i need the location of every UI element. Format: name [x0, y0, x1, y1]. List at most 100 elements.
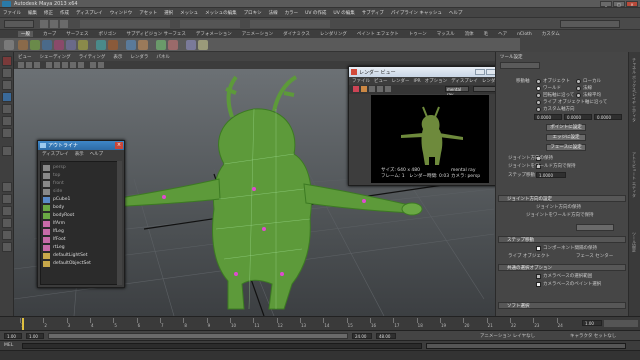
menu-item[interactable]: カラー [285, 10, 299, 16]
render-view-menu-item[interactable]: ビュー [374, 78, 388, 84]
time-slider[interactable]: 123456789101112131415161718192021222324 … [0, 316, 640, 330]
radio-custom-axis[interactable] [536, 107, 541, 112]
move-tool-icon[interactable] [2, 92, 12, 102]
selection-mask-icons[interactable] [80, 20, 170, 28]
outliner-scrollbar[interactable] [117, 161, 122, 285]
radio-world[interactable] [536, 86, 541, 91]
menu-item[interactable]: UV の作成 [305, 10, 326, 16]
render-view-menu-item[interactable]: ディスプレイ [451, 78, 478, 84]
menu-item[interactable]: 作成 [60, 10, 69, 16]
outliner-layout-icon[interactable] [2, 242, 12, 252]
select-tool-icon[interactable] [2, 56, 12, 66]
outliner-item[interactable]: bodyRoot [53, 212, 123, 219]
render-view-menu-item[interactable]: IPR [414, 79, 421, 84]
cylinder-icon[interactable] [42, 40, 52, 50]
outliner-item[interactable]: defaultLightSet [53, 252, 123, 259]
set-to-edge-button[interactable]: エッジに設定 [546, 134, 586, 141]
ik-handle-icon[interactable] [168, 40, 178, 50]
viewport-menu-item[interactable]: 表示 [113, 54, 122, 60]
shelf-tab[interactable]: 流体 [465, 31, 474, 37]
joint-icon[interactable] [156, 40, 166, 50]
smooth-shade-icon[interactable] [62, 62, 68, 68]
render-view-menu-item[interactable]: レンダー [392, 78, 410, 84]
shelf-tab[interactable]: アニメーション [242, 31, 273, 37]
playback-controls[interactable] [604, 320, 638, 327]
menu-item[interactable]: ディスプレイ [76, 10, 103, 16]
region-icon[interactable] [377, 86, 383, 92]
camera-attr-icon[interactable] [26, 62, 32, 68]
camera-based-checkbox[interactable] [536, 274, 541, 279]
outliner-item[interactable]: lfLeg [53, 228, 123, 235]
anim-layer-label[interactable]: アニメーション レイヤなし [480, 333, 535, 339]
axis-y-field[interactable]: 0.0000 [564, 114, 592, 120]
axis-x-field[interactable]: 0.0000 [534, 114, 562, 120]
torus-icon[interactable] [78, 40, 88, 50]
cube-icon[interactable] [30, 40, 40, 50]
range-end-field[interactable]: 24.00 [352, 333, 372, 339]
lasso-tool-icon[interactable] [2, 68, 12, 78]
viewport-menu-item[interactable]: シェーディング [40, 54, 71, 60]
plane-icon[interactable] [66, 40, 76, 50]
cone-icon[interactable] [54, 40, 64, 50]
shelf-tab[interactable]: ヘア [498, 31, 507, 37]
manipulator-tool-icon[interactable] [2, 128, 12, 138]
hypershade-icon[interactable] [198, 40, 208, 50]
radio-local[interactable] [576, 79, 581, 84]
four-view-icon[interactable] [2, 194, 12, 204]
refresh-icon[interactable] [369, 86, 375, 92]
render-view-menu-item[interactable]: ファイル [352, 78, 370, 84]
persp-graph-icon[interactable] [2, 218, 12, 228]
keep-spacing-checkbox[interactable] [536, 246, 541, 251]
start-time-field[interactable]: 1.00 [4, 333, 22, 339]
render-view-titlebar[interactable]: レンダー ビュー × [349, 67, 511, 77]
close-button[interactable]: × [626, 1, 638, 7]
set-to-face-button[interactable]: フェースに設定 [546, 144, 586, 151]
outliner-item[interactable]: top [53, 172, 123, 179]
menu-item[interactable]: ヘルプ [449, 10, 463, 16]
menu-item[interactable]: プロキシ [244, 10, 262, 16]
menu-item[interactable]: UV の編集 [333, 10, 354, 16]
rotate-tool-icon[interactable] [2, 104, 12, 114]
shelf-tab[interactable]: マッスル [437, 31, 455, 37]
section-joint-orient[interactable]: ジョイント方向の設定 [498, 195, 626, 202]
current-time-field[interactable]: 1.00 [582, 320, 602, 326]
xray-icon[interactable] [98, 62, 104, 68]
shelf-tab[interactable]: ペイント エフェクト [357, 31, 399, 37]
snapshot-icon[interactable] [385, 86, 391, 92]
outliner-item[interactable]: side [53, 188, 123, 195]
paint-select-tool-icon[interactable] [2, 80, 12, 90]
outliner-item[interactable]: defaultObjectSet [53, 260, 123, 267]
render-image-canvas[interactable]: サイズ: 640 x 480 フレーム: 1 レンダー時間: 0:03 ment… [371, 95, 489, 183]
section-common-select[interactable]: 共通の選択オプション [498, 264, 626, 271]
outliner-item[interactable]: persp [53, 164, 123, 171]
new-scene-icon[interactable] [40, 20, 48, 28]
renderer-dropdown[interactable]: mental ray [445, 86, 469, 97]
tab-tool-settings[interactable]: ツール設定 [631, 232, 637, 252]
shelf-tab[interactable]: カーブ [43, 31, 56, 37]
hypershade-layout-icon[interactable] [2, 230, 12, 240]
viewport-menu-item[interactable]: パネル [156, 54, 170, 60]
outliner-window[interactable]: アウトライナ × ディスプレイ 表示 ヘルプ persp top front side pC… [37, 140, 125, 288]
command-input[interactable] [22, 343, 422, 349]
menu-item[interactable]: 法線 [269, 10, 278, 16]
radio-live-object[interactable] [536, 100, 541, 105]
menu-set-dropdown[interactable] [4, 20, 34, 28]
sphere-icon[interactable] [18, 40, 28, 50]
lights-icon[interactable] [78, 62, 84, 68]
camera-select-icon[interactable] [18, 62, 24, 68]
shelf-tab[interactable]: 一般 [18, 31, 33, 37]
range-start-field[interactable]: 1.00 [26, 333, 44, 339]
radio-rotate-axis[interactable] [536, 93, 541, 98]
panel-toggle-icons[interactable] [560, 20, 620, 28]
camera-paint-checkbox[interactable] [536, 282, 541, 287]
charset-label[interactable]: キャラクタ セットなし [570, 333, 616, 339]
snap-icons[interactable] [180, 20, 240, 28]
menu-item[interactable]: 選択 [164, 10, 173, 16]
scale-tool-icon[interactable] [2, 116, 12, 126]
radio-normal[interactable] [576, 86, 581, 91]
shelf-tab[interactable]: nCloth [517, 32, 532, 37]
menu-item[interactable]: パイプライン キャッシュ [391, 10, 442, 16]
menu-item[interactable]: メッシュ [180, 10, 198, 16]
range-bar[interactable] [48, 333, 348, 339]
end-time-field[interactable]: 48.00 [376, 333, 396, 339]
